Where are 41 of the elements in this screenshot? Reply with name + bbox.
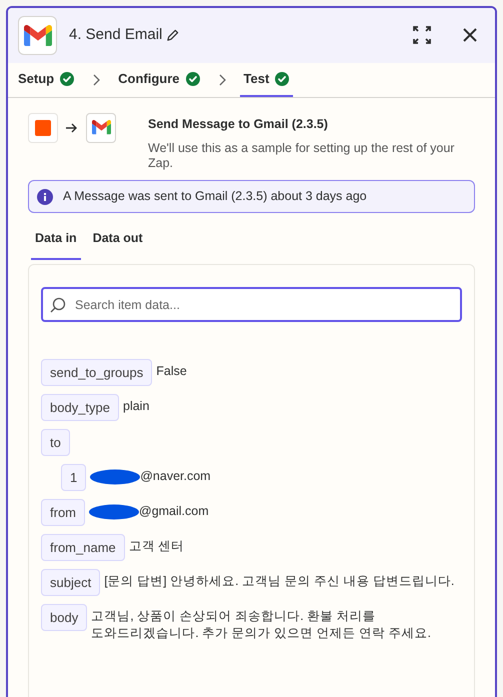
step-tab[interactable]: Test: [240, 62, 294, 96]
field-key: subject: [41, 569, 100, 596]
check-icon: [60, 72, 74, 86]
field-key: body_type: [41, 394, 119, 421]
field-value: @naver.com: [140, 468, 211, 485]
field-value: plain: [123, 398, 150, 415]
info-icon: [37, 188, 53, 205]
close-icon[interactable]: [463, 28, 477, 42]
check-icon: [275, 72, 290, 86]
redaction-mark: [89, 504, 139, 520]
field-key: send_to_groups: [41, 359, 152, 386]
field-key: to: [41, 429, 70, 456]
field-value: 고객 센터: [128, 538, 184, 555]
chevron-icon: [218, 74, 226, 86]
step-tab[interactable]: Setup: [14, 62, 78, 96]
data-tab[interactable]: Data out: [88, 229, 147, 260]
expand-icon[interactable]: [413, 26, 431, 44]
redaction-mark: [90, 468, 140, 484]
field-key: 1: [61, 464, 86, 491]
info-text: A Message was sent to Gmail (2.3.5) about 3 days ago: [63, 188, 367, 206]
pencil-icon[interactable]: [166, 28, 180, 42]
gmail-icon: [24, 24, 52, 46]
field-value: @gmail.com: [139, 503, 209, 520]
search-icon: [50, 297, 66, 313]
step-title: 4. Send Email: [69, 25, 162, 46]
arrow-icon: [66, 122, 78, 132]
field-value: False: [156, 363, 187, 380]
search-field[interactable]: Search item data...: [41, 287, 462, 322]
step-tab[interactable]: Configure: [114, 62, 204, 96]
gmail-icon: [92, 120, 110, 135]
field-value: [문의 답변] 안녕하세요. 고객님 문의 주신 내용 답변드립니다.: [104, 573, 454, 590]
field-value: 고객님, 상품이 손상되어 죄송합니다. 환불 처리를 도와드리겠습니다. 추가 문의가 있으면 언제든 연락 주세요.: [91, 608, 432, 642]
sample-title: Send Message to Gmail (2.3.5): [148, 116, 329, 133]
field-key: from: [41, 499, 85, 526]
check-icon: [186, 72, 200, 86]
trigger-app-logo: [28, 112, 58, 142]
sample-description: We'll use this as a sample for setting up the rest of your Zap.: [148, 141, 456, 172]
field-key: from_name: [41, 534, 125, 561]
field-key: body: [41, 604, 88, 631]
data-tab[interactable]: Data in: [31, 229, 81, 260]
chevron-icon: [92, 74, 100, 86]
